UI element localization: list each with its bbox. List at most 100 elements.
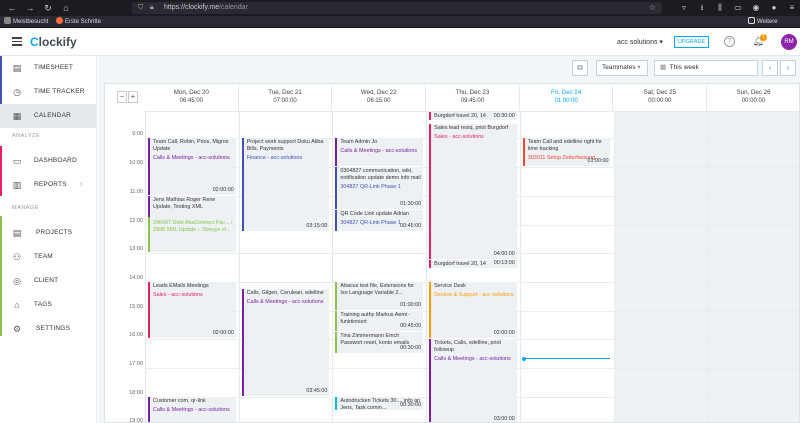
entry-duration: 01:00:00: [587, 158, 609, 165]
reload-icon[interactable]: ↻: [42, 2, 54, 14]
browser-nav-row: ← → ↻ ⌂ ⛉ 🔒︎ https://clockify.me/calenda…: [0, 0, 800, 16]
reports-icon: ▥: [12, 180, 22, 190]
day-total: 00:00:00: [648, 98, 672, 104]
client-icon: ◎: [13, 276, 21, 286]
clockify-logo[interactable]: Clockify: [30, 35, 77, 49]
entry-duration: 00:45:00: [400, 222, 422, 229]
home-icon[interactable]: ⌂: [60, 2, 72, 14]
time-entry[interactable]: Burgdorf travel 20, 14 00:13:00: [429, 260, 517, 269]
day-total: 00:00:00: [741, 98, 766, 104]
entry-duration: 00:30:00: [493, 113, 515, 119]
sidebar-item-dashboard[interactable]: ▭ DASHBOARD: [0, 149, 97, 173]
entry-description: Jens Mathias Roger Rene Update, Testing …: [153, 196, 216, 210]
tag-icon: ⌂: [14, 300, 20, 310]
pocket-icon[interactable]: ▿: [678, 2, 690, 14]
sidebar-item-team[interactable]: ⚇ TEAM: [0, 245, 97, 269]
section-manage: MANAGE: [12, 205, 39, 211]
entry-project: Sales - acc-solutions: [434, 134, 484, 141]
bookmark-meistbesucht[interactable]: Meistbesucht: [4, 17, 48, 27]
download-icon[interactable]: ⭳: [696, 2, 708, 14]
help-icon[interactable]: ?: [724, 36, 735, 47]
entry-duration: 04:00:00: [493, 251, 515, 258]
time-entry[interactable]: Abacus test file, Extensions for Iso Lan…: [335, 281, 424, 310]
time-entry[interactable]: Training authy Markus Aemi - funktionier…: [335, 310, 424, 332]
library-icon[interactable]: ⫼: [714, 2, 726, 14]
sidebar-item-client[interactable]: ◎ CLIENT: [0, 269, 97, 293]
time-entry[interactable]: 296497 Debi AbaConnect Fac... / 2998 XML…: [148, 217, 236, 253]
zoom-out-button[interactable]: −: [117, 91, 127, 103]
time-entry[interactable]: Calls, Gilgen, Cerulean, edelline Calls &…: [241, 289, 330, 396]
time-entry[interactable]: QR Code Link update Adrian 304827 QR-Link…: [335, 210, 424, 231]
upgrade-button[interactable]: UPGRADE: [674, 36, 710, 48]
time-entry[interactable]: Tickets, Calls, edelline, priot followup…: [429, 339, 517, 423]
avatar[interactable]: RM: [781, 34, 797, 50]
account-icon[interactable]: ◉: [750, 2, 762, 14]
column-divider: [145, 112, 146, 422]
zoom-in-button[interactable]: +: [128, 91, 138, 103]
hamburger-menu-icon[interactable]: [12, 37, 22, 46]
menu-icon[interactable]: ≡: [786, 2, 798, 14]
time-entry[interactable]: Project work support Doku Atiba Bills, P…: [241, 138, 330, 231]
sidebar-item-calendar[interactable]: ▦ CALENDAR: [0, 104, 97, 128]
time-entry[interactable]: 0304827 communication, wiki, notificatio…: [335, 167, 424, 210]
time-entry[interactable]: Autodrucken Tickets 30..., info an Jens,…: [335, 396, 424, 411]
copy-week-icon[interactable]: ⧉: [572, 60, 588, 76]
time-entry[interactable]: Team Call, Robin, Prios, Migros Update Ca…: [148, 138, 236, 195]
chevron-right-icon: ›: [80, 181, 83, 188]
entry-description: Tickets, Calls, edelline, priot followup: [434, 340, 502, 354]
sidebar-item-settings[interactable]: ⚙ SETTINGS: [0, 317, 97, 341]
column-divider: [707, 112, 709, 422]
time-entry[interactable]: Customer com, qr-link Calls & Meetings - …: [148, 396, 236, 422]
entry-project: Calls & Meetings - acc-solutions: [153, 155, 230, 162]
back-icon[interactable]: ←: [6, 2, 18, 14]
entry-description: QR Code Link update Adrian: [340, 211, 410, 218]
notification-badge: 1: [760, 34, 767, 41]
date-range-picker[interactable]: ▦ This week: [654, 60, 758, 76]
address-bar[interactable]: ⛉ 🔒︎ https://clockify.me/calendar ☆: [132, 2, 662, 14]
time-entry[interactable]: Team Call and edelline right for time tr…: [522, 138, 611, 167]
sidebar-item-projects[interactable]: ▤ PROJECTS: [0, 221, 97, 245]
bookmark-erste-schritte[interactable]: Erste Schritte: [56, 17, 101, 27]
time-entry[interactable]: Sales lead resiq, priot Burgdorf Sales - …: [429, 124, 517, 260]
sidebar-toggle-icon[interactable]: ▭: [732, 2, 744, 14]
teammates-dropdown[interactable]: Teammates ▾: [596, 60, 648, 76]
entry-duration: 00:30:00: [400, 402, 422, 409]
entry-duration: 00:30:00: [400, 344, 422, 351]
time-entry[interactable]: Tina Zimmermann Emch Passwort reset, kon…: [335, 332, 424, 353]
entry-description: Team Call, Robin, Prios, Migros Update: [153, 139, 229, 153]
hour-label: 13:00: [129, 246, 143, 253]
entry-duration: 03:00:00: [493, 416, 515, 423]
day-total: 09:45:00: [460, 98, 485, 104]
time-entry-overflow[interactable]: Burgdorf travel 20, 14 00:30:00: [429, 112, 517, 120]
time-entry[interactable]: Team Admin Jo Calls & Meetings - acc-solu…: [335, 138, 424, 167]
entry-duration: 01:00:00: [400, 301, 422, 308]
team-icon: ⚇: [12, 252, 22, 262]
hour-label: 12:00: [129, 217, 143, 224]
shield-icon[interactable]: ⛉: [138, 3, 143, 13]
time-entry[interactable]: Service Desk Service & Support - acc-solu…: [429, 281, 517, 339]
entry-project: Calls & Meetings - acc-solutions: [153, 406, 230, 413]
prev-week-button[interactable]: ‹: [762, 60, 778, 76]
sidebar-item-timesheet[interactable]: ▤ TIMESHEET: [0, 56, 97, 80]
sidebar: ▤ TIMESHEET ◷ TIME TRACKER ▦ CALENDAR AN…: [0, 56, 97, 423]
sidebar-item-tags[interactable]: ⌂ TAGS: [0, 293, 97, 317]
hour-label: 16:00: [129, 332, 143, 339]
app-header: Clockify acc solutions ▾ UPGRADE ? 🔔︎ 1 …: [0, 28, 800, 56]
time-entry[interactable]: Leads EMails Meetings Sales - acc-solutio…: [148, 281, 236, 339]
bookmark-star-icon[interactable]: ☆: [649, 3, 656, 13]
sidebar-item-reports[interactable]: ▥ REPORTS ›: [0, 173, 97, 197]
day-date: Wed, Dec 22: [360, 89, 397, 96]
sidebar-item-time-tracker[interactable]: ◷ TIME TRACKER: [0, 80, 97, 104]
entry-project: 304827 QR-Link Phase 1: [340, 184, 401, 191]
hour-label: 10:00: [129, 160, 143, 167]
time-grid: 9:00 10:00 11:00 12:00 13:00 14:00 15:00 16:00 1…: [105, 112, 799, 423]
extension-icon[interactable]: ●: [768, 2, 780, 14]
day-date: Tue, Dec 21: [268, 89, 302, 96]
workspace-selector[interactable]: acc solutions ▾: [617, 38, 663, 48]
forward-icon[interactable]: →: [24, 2, 36, 14]
entry-description: Team Admin Jo: [340, 139, 378, 146]
bookmarks-bar: Meistbesucht Erste Schritte Weitere Lese…: [0, 16, 800, 35]
next-week-button[interactable]: ›: [780, 60, 796, 76]
dashboard-icon: ▭: [12, 156, 22, 166]
lock-icon[interactable]: 🔒︎: [150, 3, 154, 13]
